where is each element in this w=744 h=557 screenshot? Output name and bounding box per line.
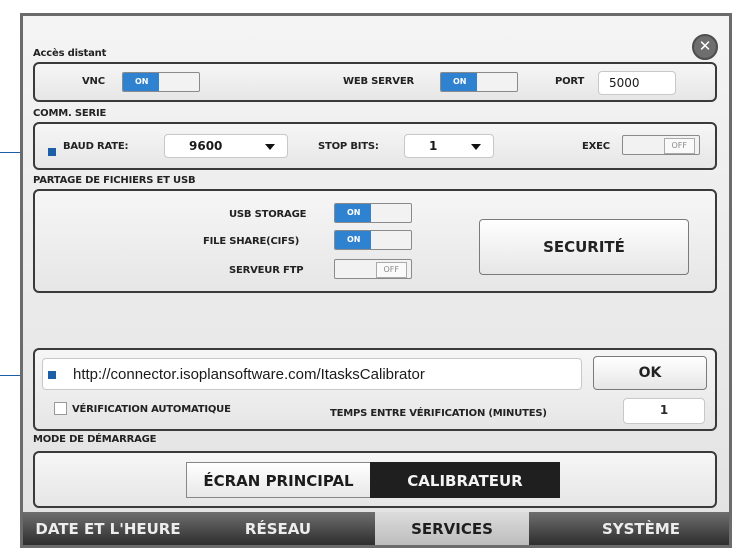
update-url-text: http://connector.isoplansoftware.com/Ita… xyxy=(73,366,425,383)
usb-storage-toggle[interactable]: ON xyxy=(334,203,412,223)
stop-bits-label: STOP BITS: xyxy=(318,141,379,152)
startup-option-calibrator[interactable]: CALIBRATEUR xyxy=(370,462,560,498)
port-label: PORT xyxy=(555,76,585,87)
usb-storage-toggle-state: ON xyxy=(335,204,372,222)
cifs-label: FILE SHARE(CIFS) xyxy=(203,236,300,247)
cifs-toggle[interactable]: ON xyxy=(334,230,412,250)
close-icon[interactable]: ✕ xyxy=(692,34,718,60)
ftp-label: SERVEUR FTP xyxy=(229,265,304,276)
stop-bits-value: 1 xyxy=(429,139,438,153)
update-url-input[interactable]: http://connector.isoplansoftware.com/Ita… xyxy=(42,358,582,390)
section-label-remote: Accès distant xyxy=(33,48,107,59)
webserver-toggle-state: ON xyxy=(441,73,478,91)
usb-storage-label: USB STORAGE xyxy=(229,209,307,220)
section-label-startup: MODE DE DÉMARRAGE xyxy=(33,434,157,445)
startup-option-main-screen[interactable]: ÉCRAN PRINCIPAL xyxy=(186,462,370,498)
vnc-toggle[interactable]: ON xyxy=(122,72,200,92)
interval-value: 1 xyxy=(659,403,669,417)
baud-rate-dropdown[interactable]: 9600 xyxy=(164,134,288,158)
auto-check-label: VÉRIFICATION AUTOMATIQUE xyxy=(72,404,231,415)
vnc-label: VNC xyxy=(82,76,105,87)
exec-toggle[interactable]: OFF xyxy=(622,135,700,155)
baud-rate-label: BAUD RATE: xyxy=(63,141,129,152)
baud-rate-value: 9600 xyxy=(189,139,223,153)
callout-marker-url xyxy=(48,371,56,379)
ok-button[interactable]: OK xyxy=(593,356,707,390)
tab-system[interactable]: SYSTÈME xyxy=(553,512,729,545)
stop-bits-dropdown[interactable]: 1 xyxy=(404,134,494,158)
chevron-down-icon xyxy=(471,144,481,150)
tab-services[interactable]: SERVICES xyxy=(375,512,529,545)
section-label-serial: COMM. SERIE xyxy=(33,108,107,119)
security-button[interactable]: SECURITÉ xyxy=(479,219,689,275)
tab-network[interactable]: RÉSEAU xyxy=(203,512,353,545)
interval-input[interactable]: 1 xyxy=(623,398,705,424)
exec-toggle-state: OFF xyxy=(663,138,695,154)
exec-label: EXEC xyxy=(582,141,610,152)
vnc-toggle-state: ON xyxy=(123,73,160,91)
ftp-toggle-state: OFF xyxy=(375,262,407,278)
tab-date-time[interactable]: DATE ET L'HEURE xyxy=(23,512,193,545)
callout-marker-serial xyxy=(48,148,56,156)
webserver-label: WEB SERVER xyxy=(343,76,414,87)
section-label-sharing: PARTAGE DE FICHIERS ET USB xyxy=(33,175,196,186)
chevron-down-icon xyxy=(265,144,275,150)
ftp-toggle[interactable]: OFF xyxy=(334,259,412,279)
port-input[interactable]: 5000 xyxy=(598,71,676,95)
interval-label: TEMPS ENTRE VÉRIFICATION (MINUTES) xyxy=(330,408,547,419)
cifs-toggle-state: ON xyxy=(335,231,372,249)
webserver-toggle[interactable]: ON xyxy=(440,72,518,92)
auto-check-checkbox[interactable] xyxy=(54,402,67,415)
tab-bar: DATE ET L'HEURE RÉSEAU SERVICES SYSTÈME xyxy=(23,512,729,545)
